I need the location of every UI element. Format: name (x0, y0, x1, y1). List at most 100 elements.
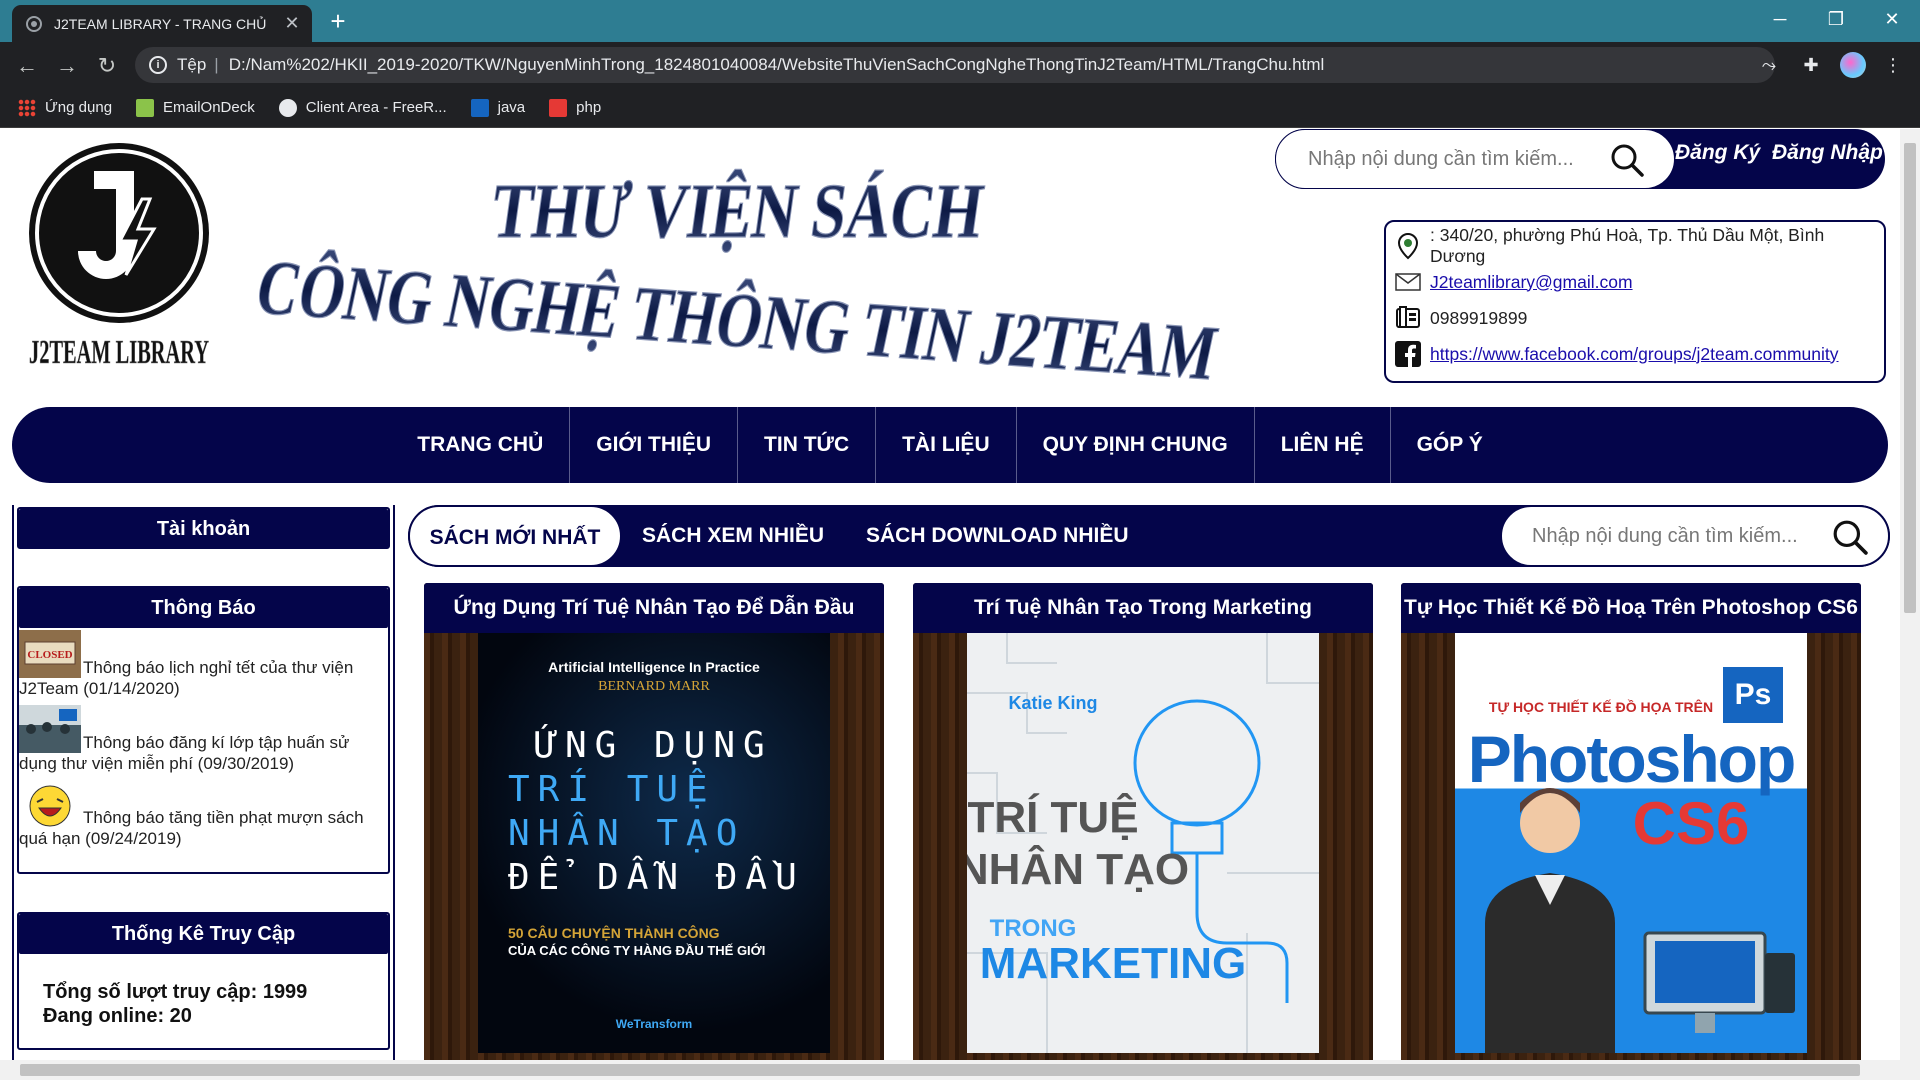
cover-author: BERNARD MARR (598, 679, 710, 694)
browser-tab[interactable]: J2TEAM LIBRARY - TRANG CHỦ ✕ (12, 5, 312, 42)
location-pin-icon (1397, 232, 1419, 260)
bookmark-java[interactable]: java (470, 98, 526, 117)
email-link[interactable]: J2teamlibrary@gmail.com (1430, 272, 1633, 293)
book-cover[interactable]: Artificial Intelligence In Practice BERN… (478, 633, 830, 1053)
register-link[interactable]: Đăng Ký (1675, 141, 1760, 165)
email-icon (136, 98, 155, 117)
bookmark-label: Ứng dụng (45, 99, 113, 116)
stats-title: Thống Kê Truy Cập (19, 914, 388, 954)
login-link[interactable]: Đăng Nhập (1772, 141, 1883, 165)
book-title[interactable]: Ứng Dụng Trí Tuệ Nhân Tạo Để Dẫn Đầu (424, 583, 884, 633)
notice-item[interactable]: Thông báo tăng tiền phạt mượn sách quá h… (19, 778, 388, 853)
nav-news[interactable]: TIN TỨC (738, 407, 877, 483)
bookmark-label: EmailOnDeck (163, 99, 255, 116)
book-search-placeholder: Nhập nội dung cần tìm kiếm... (1532, 524, 1798, 547)
envelope-icon (1395, 273, 1421, 291)
book-cover[interactable]: Katie King TRÍ TUỆ NHÂN TẠO TRONG MARKET… (967, 633, 1319, 1053)
total-visits: Tổng số lượt truy cập: 1999 (43, 981, 308, 1003)
apps-grid-icon (18, 98, 36, 117)
notice-title: Thông Báo (19, 588, 388, 628)
contact-facebook: https://www.facebook.com/groups/j2team.c… (1394, 336, 1876, 372)
nav-about[interactable]: GIỚI THIỆU (570, 407, 739, 483)
close-tab-icon[interactable]: ✕ (282, 13, 302, 34)
extensions-icon[interactable]: ✚ (1798, 52, 1824, 78)
contact-email: J2teamlibrary@gmail.com (1394, 264, 1876, 300)
header-search-bar: Nhập nội dung cần tìm kiếm... Đăng Ký Đă… (1275, 129, 1885, 189)
hero-title: THƯ VIỆN SÁCH CÔNG NGHỆ THÔNG TIN J2TEAM (250, 167, 1225, 387)
notice-box: Thông Báo CLOSED Thông báo lịch nghỉ tết… (17, 586, 390, 874)
facebook-link[interactable]: https://www.facebook.com/groups/j2team.c… (1430, 344, 1839, 365)
book-title[interactable]: Tự Học Thiết Kế Đồ Hoạ Trên Photoshop CS… (1401, 583, 1861, 633)
j2team-logo[interactable]: J2TEAM LIBRARY (24, 141, 214, 381)
restore-button[interactable]: ❐ (1808, 0, 1864, 38)
book-title[interactable]: Trí Tuệ Nhân Tạo Trong Marketing (913, 583, 1373, 633)
close-window-button[interactable]: ✕ (1864, 0, 1920, 38)
tab-most-downloaded[interactable]: SÁCH DOWNLOAD NHIỀU (866, 505, 1129, 567)
address-url: D:/Nam%202/HKII_2019-2020/TKW/NguyenMinh… (228, 55, 1325, 74)
tab-title: J2TEAM LIBRARY - TRANG CHỦ (54, 15, 267, 32)
nav-contact[interactable]: LIÊN HỆ (1255, 407, 1391, 483)
vertical-scrollbar[interactable] (1900, 129, 1920, 1060)
cover-top-text: Artificial Intelligence In Practice (548, 659, 760, 675)
bookmark-apps[interactable]: Ứng dụng (18, 98, 113, 117)
bookmark-label: php (576, 99, 602, 116)
address-bar[interactable]: i Tệp | D:/Nam%202/HKII_2019-2020/TKW/Ng… (135, 47, 1863, 83)
globe-icon (26, 15, 42, 32)
contact-address: : 340/20, phường Phú Hoà, Tp. Thủ Dầu Mộ… (1394, 225, 1876, 266)
notice-item[interactable]: Thông báo đăng kí lớp tập huấn sử dụng t… (19, 703, 388, 778)
nav-documents[interactable]: TÀI LIỆU (876, 407, 1017, 483)
closed-sign-thumbnail: CLOSED (19, 630, 81, 678)
vertical-scroll-thumb[interactable] (1904, 143, 1916, 613)
book-card[interactable]: Tự Học Thiết Kế Đồ Hoạ Trên Photoshop CS… (1401, 583, 1861, 1060)
nav-home[interactable]: TRANG CHỦ (391, 407, 571, 483)
nav-feedback[interactable]: GÓP Ý (1391, 407, 1509, 483)
cover-subtitle-1: 50 CÂU CHUYỆN THÀNH CÔNG (508, 925, 720, 941)
bookmark-label: Client Area - FreeR... (305, 99, 447, 116)
browser-tab-strip: J2TEAM LIBRARY - TRANG CHỦ ✕ + ─ ❐ ✕ (0, 0, 1920, 42)
hero-line-1: THƯ VIỆN SÁCH (486, 167, 988, 254)
new-tab-button[interactable]: + (322, 6, 354, 38)
tab-newest-books[interactable]: SÁCH MỚI NHẤT (408, 505, 622, 567)
java-icon (470, 98, 489, 117)
main-navigation: TRANG CHỦ GIỚI THIỆU TIN TỨC TÀI LIỆU QU… (12, 407, 1888, 483)
businesswoman-illustration (1485, 788, 1795, 1053)
address-text: : 340/20, phường Phú Hoà, Tp. Thủ Dầu Mộ… (1430, 225, 1825, 266)
bookmark-label: java (497, 99, 526, 116)
info-icon[interactable]: i (149, 56, 167, 74)
profile-avatar[interactable] (1840, 52, 1866, 78)
laughing-emoji-thumbnail (29, 785, 71, 827)
account-title[interactable]: Tài khoản (19, 509, 388, 549)
book-tabs-bar: SÁCH MỚI NHẤT SÁCH XEM NHIỀU SÁCH DOWNLO… (408, 505, 1890, 567)
reload-icon[interactable]: ↻ (90, 49, 124, 83)
horizontal-scrollbar[interactable] (0, 1060, 1920, 1080)
left-sidebar: Tài khoản Thông Báo CLOSED Thông báo lịc… (12, 505, 395, 1060)
bookmark-php[interactable]: php (549, 98, 602, 117)
book-cover[interactable]: TỰ HỌC THIẾT KẾ ĐỒ HỌA TRÊN Ps Photoshop… (1455, 633, 1807, 1053)
cover-line-2: TRÍ TUỆ (508, 769, 716, 810)
phone-text: 0989919899 (1430, 307, 1528, 328)
search-icon[interactable] (1610, 143, 1644, 177)
hero-line-2: CÔNG NGHỆ THÔNG TIN J2TEAM (250, 243, 1225, 387)
thumb-label: CLOSED (27, 649, 72, 661)
contact-phone: 0989919899 (1394, 300, 1876, 336)
php-icon (549, 98, 568, 117)
menu-icon[interactable]: ⋮ (1880, 52, 1906, 78)
forward-icon[interactable]: → (50, 49, 84, 83)
bookmarks-bar: Ứng dụng EmailOnDeck Client Area - FreeR… (0, 88, 1920, 128)
book-card[interactable]: Trí Tuệ Nhân Tạo Trong Marketing Katie K… (913, 583, 1373, 1060)
book-card[interactable]: Ứng Dụng Trí Tuệ Nhân Tạo Để Dẫn Đầu Art… (424, 583, 884, 1060)
cast-icon[interactable]: ⤳ (1756, 52, 1782, 78)
bookmark-emailondeck[interactable]: EmailOnDeck (136, 98, 255, 117)
globe-icon (278, 98, 297, 117)
book-search-input[interactable]: Nhập nội dung cần tìm kiếm... (1500, 505, 1890, 567)
search-icon[interactable] (1832, 519, 1868, 555)
phone-icon (1396, 306, 1420, 328)
bookmark-client-area[interactable]: Client Area - FreeR... (278, 98, 447, 117)
back-icon[interactable]: ← (10, 49, 44, 83)
notice-item[interactable]: CLOSED Thông báo lịch nghỉ tết của thư v… (19, 628, 388, 703)
horizontal-scroll-thumb[interactable] (20, 1064, 1860, 1076)
tab-most-viewed[interactable]: SÁCH XEM NHIỀU (642, 505, 824, 567)
nav-rules[interactable]: QUY ĐỊNH CHUNG (1017, 407, 1255, 483)
minimize-button[interactable]: ─ (1752, 0, 1808, 38)
logo-text: J2TEAM LIBRARY (29, 334, 209, 371)
